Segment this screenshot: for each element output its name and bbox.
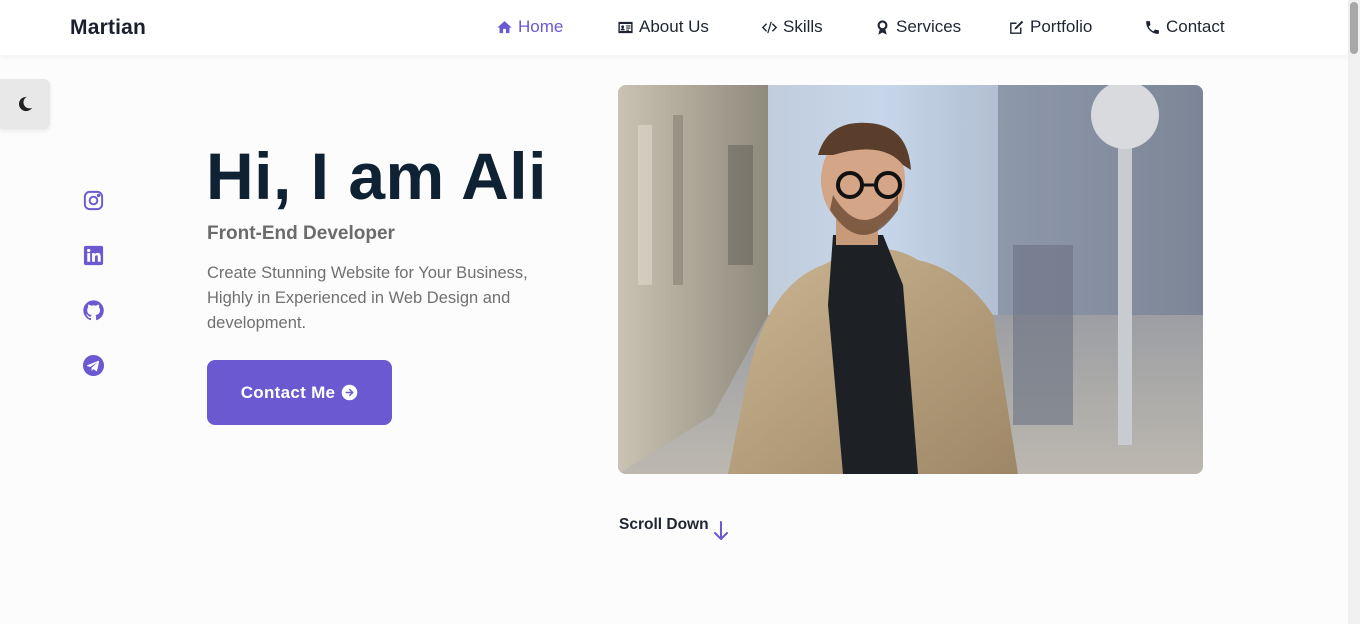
phone-icon	[1146, 20, 1159, 34]
contact-me-button[interactable]: Contact Me	[207, 360, 392, 425]
nav-label: Contact	[1166, 17, 1225, 36]
page-scrollbar[interactable]	[1348, 0, 1360, 624]
nav-label: Home	[518, 17, 564, 36]
nav-item-contact[interactable]: Contact	[1144, 17, 1225, 37]
nav-label: About Us	[639, 17, 709, 36]
instagram-icon	[83, 190, 103, 210]
nav-label: Portfolio	[1030, 17, 1093, 36]
hero-title: Hi, I am Ali	[206, 139, 547, 213]
profile-photo	[618, 85, 1203, 474]
site-logo[interactable]: Martian	[70, 16, 146, 40]
linkedin-icon	[83, 245, 103, 265]
nav-label: Services	[896, 17, 962, 36]
home-icon	[497, 20, 512, 33]
instagram-link[interactable]	[81, 188, 105, 212]
nav-item-services[interactable]: Services	[874, 17, 961, 37]
nav-label: Skills	[783, 17, 823, 36]
linkedin-link[interactable]	[81, 243, 105, 267]
telegram-icon	[82, 354, 104, 376]
nav-item-about[interactable]: About Us	[617, 17, 709, 37]
contact-me-label: Contact Me	[240, 382, 336, 402]
edit-icon	[1010, 20, 1024, 34]
theme-toggle-button[interactable]	[0, 79, 50, 129]
nav-item-home[interactable]: Home	[496, 17, 563, 37]
site-header: Martian Home About Us Skills Services Po…	[0, 0, 1348, 55]
code-icon	[761, 21, 778, 33]
scroll-down-link[interactable]: Scroll Down	[619, 516, 730, 542]
github-icon	[82, 299, 104, 320]
id-card-icon	[618, 21, 633, 33]
nav-item-skills[interactable]: Skills	[761, 17, 823, 37]
scrollbar-thumb[interactable]	[1350, 2, 1358, 54]
nav-item-portfolio[interactable]: Portfolio	[1008, 17, 1092, 37]
scroll-down-label: Scroll Down	[619, 516, 709, 533]
hero-subtitle: Front-End Developer	[207, 223, 395, 244]
moon-icon	[18, 96, 33, 112]
arrow-circle-right-icon	[342, 384, 358, 401]
award-icon	[877, 19, 888, 35]
arrow-down-icon	[713, 521, 728, 540]
github-link[interactable]	[81, 298, 105, 322]
hero-description: Create Stunning Website for Your Busines…	[207, 264, 528, 332]
telegram-link[interactable]	[81, 353, 105, 377]
